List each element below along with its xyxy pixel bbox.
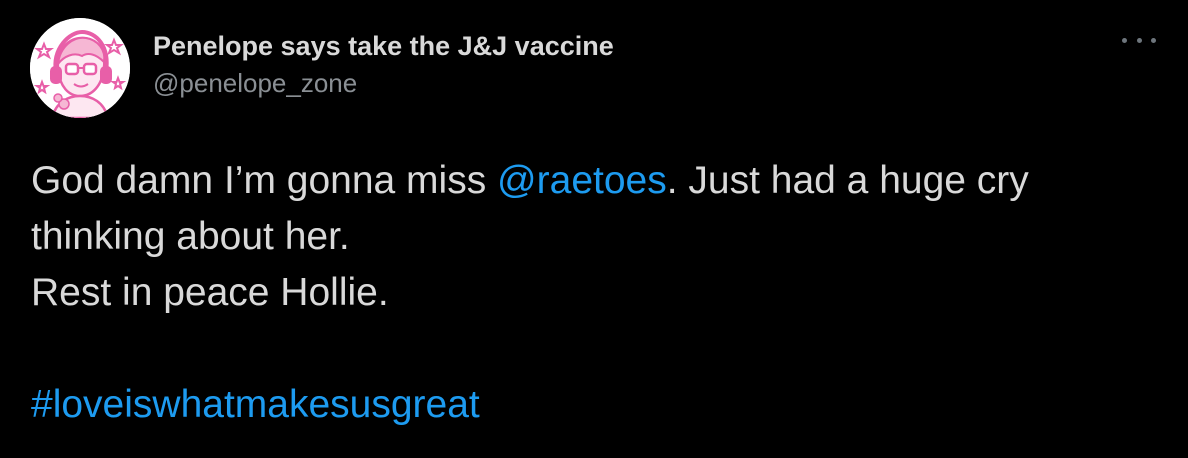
- author-names: Penelope says take the J&J vaccine @pene…: [153, 30, 614, 99]
- tweet-text: God damn I’m gonna miss @raetoes. Just h…: [31, 153, 1166, 433]
- more-dot: [1151, 37, 1156, 43]
- tweet-line-2: thinking about her.: [31, 215, 350, 258]
- tweet-card: Penelope says take the J&J vaccine @pene…: [0, 0, 1188, 458]
- hashtag-link[interactable]: #loveiswhatmakesusgreat: [31, 383, 480, 426]
- author-display-name[interactable]: Penelope says take the J&J vaccine: [153, 30, 614, 62]
- tweet-line-1: God damn I’m gonna miss @raetoes. Just h…: [31, 153, 1166, 209]
- tweet-line-3: Rest in peace Hollie.: [31, 271, 389, 314]
- more-options-icon[interactable]: [1122, 32, 1156, 48]
- tweet-header: Penelope says take the J&J vaccine @pene…: [30, 18, 1160, 118]
- avatar-illustration-icon: [30, 18, 130, 118]
- mention-link[interactable]: @raetoes: [497, 159, 667, 202]
- tweet-text-segment: God damn I’m gonna miss: [31, 159, 498, 202]
- more-dot: [1136, 37, 1142, 43]
- tweet-line-hashtag: #loveiswhatmakesusgreat: [31, 377, 1166, 433]
- author-handle[interactable]: @penelope_zone: [153, 67, 614, 99]
- avatar[interactable]: [30, 18, 130, 118]
- tweet-text-segment: . Just had a huge cry: [666, 159, 1029, 202]
- more-dot: [1122, 37, 1127, 43]
